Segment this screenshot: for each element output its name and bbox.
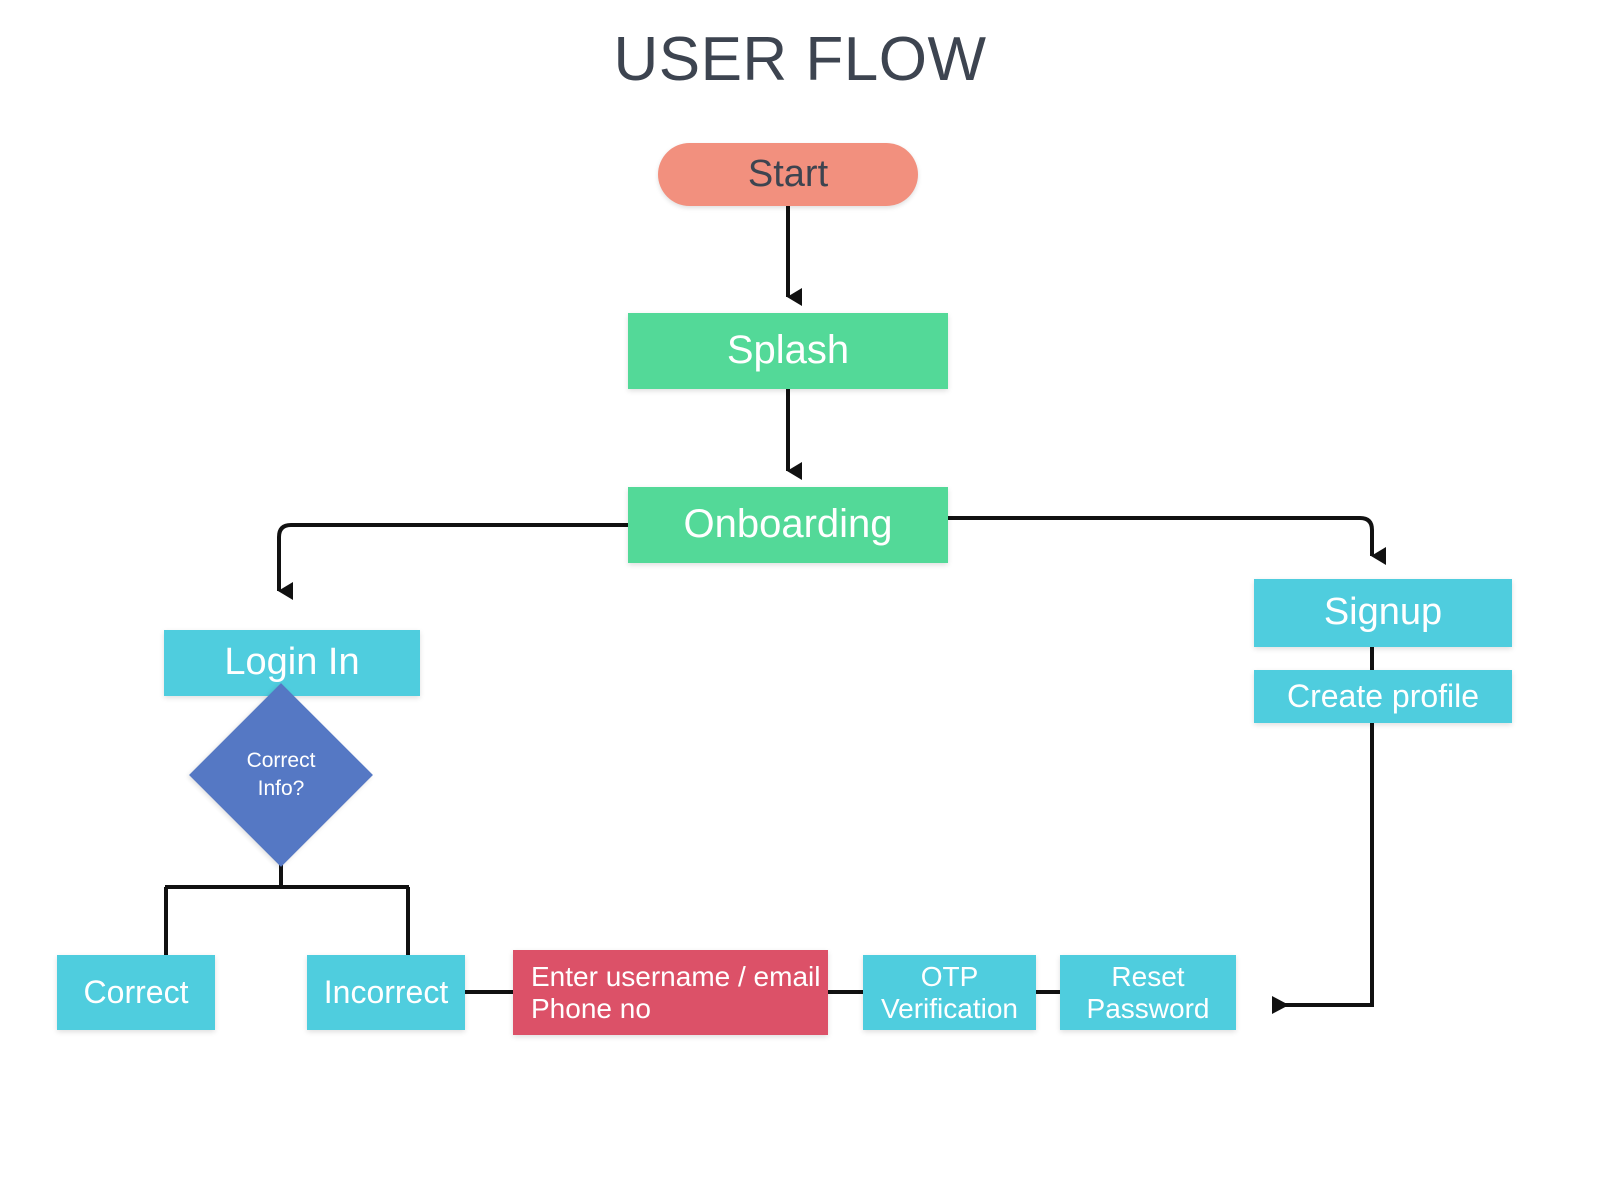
node-otp-verification[interactable]: OTP Verification — [863, 955, 1036, 1030]
page-title: USER FLOW — [613, 25, 987, 94]
node-correct-label: Correct — [83, 974, 189, 1011]
edge-onboarding-signup — [948, 516, 1386, 565]
node-onboarding[interactable]: Onboarding — [628, 487, 948, 563]
node-create-profile[interactable]: Create profile — [1254, 670, 1512, 723]
edge-createprofile-reset — [1272, 723, 1374, 1014]
node-login-in[interactable]: Login In — [164, 630, 420, 696]
node-incorrect-label: Incorrect — [323, 974, 449, 1011]
node-signup-label: Signup — [1323, 591, 1443, 634]
edge-onboarding-login — [277, 523, 628, 600]
node-splash-label: Splash — [726, 328, 850, 373]
node-onboarding-label: Onboarding — [683, 502, 893, 547]
node-create-profile-label: Create profile — [1286, 678, 1480, 715]
node-enter-credentials[interactable]: Enter username / email Phone no — [513, 950, 828, 1035]
node-reset-password[interactable]: Reset Password — [1060, 955, 1236, 1030]
node-reset-password-label: Reset Password — [1086, 960, 1210, 1024]
node-otp-verification-label: OTP Verification — [881, 960, 1018, 1024]
node-enter-credentials-label: Enter username / email Phone no — [531, 960, 821, 1024]
flowchart-canvas: USER FLOW Start Splash Onboarding Login … — [0, 0, 1600, 1200]
node-splash[interactable]: Splash — [628, 313, 948, 389]
node-login-in-label: Login In — [224, 641, 360, 684]
node-correct-info-decision[interactable]: Correct Info? — [189, 683, 373, 867]
node-start[interactable]: Start — [658, 143, 918, 206]
node-start-label: Start — [747, 152, 829, 195]
node-correct-info-label: Correct Info? — [246, 748, 316, 800]
node-correct[interactable]: Correct — [57, 955, 215, 1030]
node-incorrect[interactable]: Incorrect — [307, 955, 465, 1030]
node-signup[interactable]: Signup — [1254, 579, 1512, 647]
